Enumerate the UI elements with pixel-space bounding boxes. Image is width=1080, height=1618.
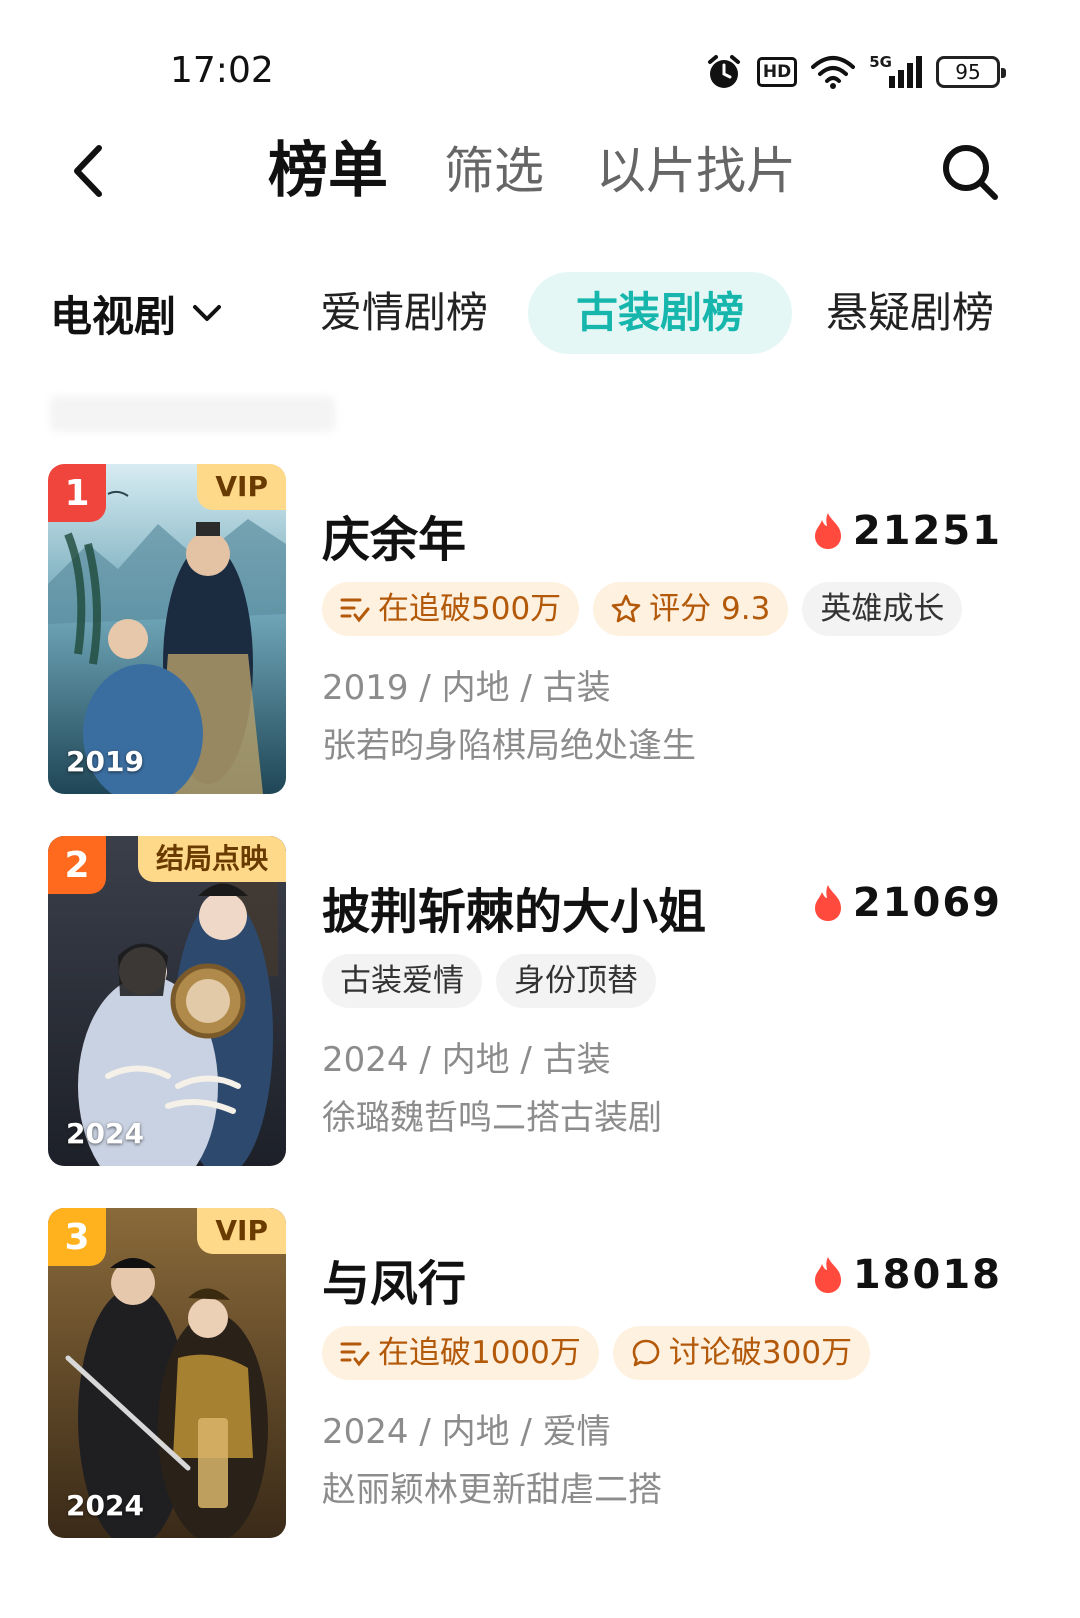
item-title[interactable]: 与凤行 [322, 1244, 466, 1314]
list-check-icon [340, 598, 370, 623]
wifi-icon [811, 55, 856, 89]
chevron-down-icon [193, 304, 222, 321]
tab-mystery-chart[interactable]: 悬疑剧榜 [826, 272, 994, 354]
item-description: 张若昀身陷棋局绝处逢生 [322, 726, 696, 766]
tag-genre[interactable]: 英雄成长 [802, 582, 963, 636]
item-description: 徐璐魏哲鸣二搭古装剧 [322, 1098, 662, 1138]
finale-badge: 结局点映 [137, 836, 286, 882]
fire-icon [814, 1257, 841, 1293]
signal-label: 5G [869, 53, 892, 71]
tab-romance-chart[interactable]: 爱情剧榜 [320, 272, 488, 354]
search-icon [943, 145, 998, 200]
comment-icon [632, 1339, 660, 1367]
tag-text: 评分 9.3 [649, 591, 771, 627]
signal-icon: 5G [869, 53, 922, 88]
status-icons: HD 5G 95 [705, 50, 1006, 94]
tag-text: 在追破500万 [378, 591, 562, 627]
back-button[interactable] [60, 138, 116, 204]
tag-list: 在追破1000万 讨论破300万 [322, 1326, 871, 1380]
tag-text: 在追破1000万 [378, 1335, 581, 1371]
tag-discussion[interactable]: 讨论破300万 [612, 1326, 871, 1380]
item-meta: 2024 / 内地 / 爱情 [322, 1412, 611, 1452]
rank-badge: 1 [48, 464, 106, 522]
rank-badge: 3 [48, 1208, 106, 1266]
tag-following[interactable]: 在追破1000万 [322, 1326, 599, 1380]
list-item[interactable]: 1 VIP 2019 庆余年 21251 在追破500万 评分 9.3 英雄成长… [0, 464, 1080, 794]
status-bar: 17:02 HD 5G 95 [0, 0, 1080, 130]
poster-year: 2024 [66, 1117, 144, 1150]
list-item[interactable]: 2 结局点映 2024 披荆斩棘的大小姐 21069 古装爱情 身份顶替 202… [0, 836, 1080, 1166]
chevron-left-icon [74, 145, 102, 197]
heat-score: 21251 [813, 508, 1002, 554]
category-dropdown[interactable]: 电视剧 [50, 283, 222, 344]
tag-following[interactable]: 在追破500万 [322, 582, 580, 636]
search-button[interactable] [938, 140, 1002, 204]
heat-value: 21251 [852, 508, 1002, 554]
tab-find-by-film[interactable]: 以片找片 [596, 138, 796, 204]
tag-list: 古装爱情 身份顶替 [322, 954, 656, 1008]
list-item[interactable]: 3 VIP 2024 与凤行 18018 在追破1000万 讨论破300万 20… [0, 1208, 1080, 1538]
battery-level: 95 [955, 60, 981, 84]
vip-badge: VIP [197, 464, 286, 510]
tab-ranking[interactable]: 榜单 [268, 138, 388, 204]
battery-icon: 95 [936, 56, 1006, 88]
tag-text: 讨论破300万 [668, 1335, 853, 1371]
poster-image[interactable]: 2 结局点映 2024 [48, 836, 286, 1166]
heat-score: 18018 [813, 1252, 1002, 1298]
poster-image[interactable]: 1 VIP 2019 [48, 464, 286, 794]
tag-rating[interactable]: 评分 9.3 [593, 582, 789, 636]
item-title[interactable]: 庆余年 [322, 500, 466, 570]
blurred-caption [50, 396, 335, 432]
heat-value: 18018 [852, 1252, 1002, 1298]
rank-badge: 2 [48, 836, 106, 894]
category-row: 电视剧 爱情剧榜 古装剧榜 悬疑剧榜 [0, 268, 1080, 358]
list-check-icon [340, 1342, 370, 1367]
tab-costume-chart[interactable]: 古装剧榜 [528, 272, 793, 354]
heat-score: 21069 [813, 880, 1002, 926]
vip-badge: VIP [197, 1208, 286, 1254]
heat-value: 21069 [852, 880, 1002, 926]
item-description: 赵丽颖林更新甜虐二搭 [322, 1470, 662, 1510]
tab-filter[interactable]: 筛选 [444, 138, 544, 204]
fire-icon [814, 513, 841, 549]
fire-icon [814, 885, 841, 921]
hd-icon: HD [756, 57, 798, 87]
poster-image[interactable]: 3 VIP 2024 [48, 1208, 286, 1538]
poster-year: 2019 [66, 745, 144, 778]
tag-genre[interactable]: 身份顶替 [496, 954, 656, 1008]
status-time: 17:02 [170, 50, 274, 91]
category-selected-label: 电视剧 [50, 292, 177, 341]
star-icon [611, 594, 641, 623]
tag-list: 在追破500万 评分 9.3 英雄成长 [322, 582, 963, 636]
alarm-icon [705, 53, 743, 91]
item-meta: 2019 / 内地 / 古装 [322, 668, 611, 708]
item-meta: 2024 / 内地 / 古装 [322, 1040, 611, 1080]
item-title[interactable]: 披荆斩棘的大小姐 [322, 872, 706, 942]
poster-year: 2024 [66, 1489, 144, 1522]
top-nav: 榜单 筛选 以片找片 [0, 130, 1080, 220]
tag-genre[interactable]: 古装爱情 [322, 954, 482, 1008]
